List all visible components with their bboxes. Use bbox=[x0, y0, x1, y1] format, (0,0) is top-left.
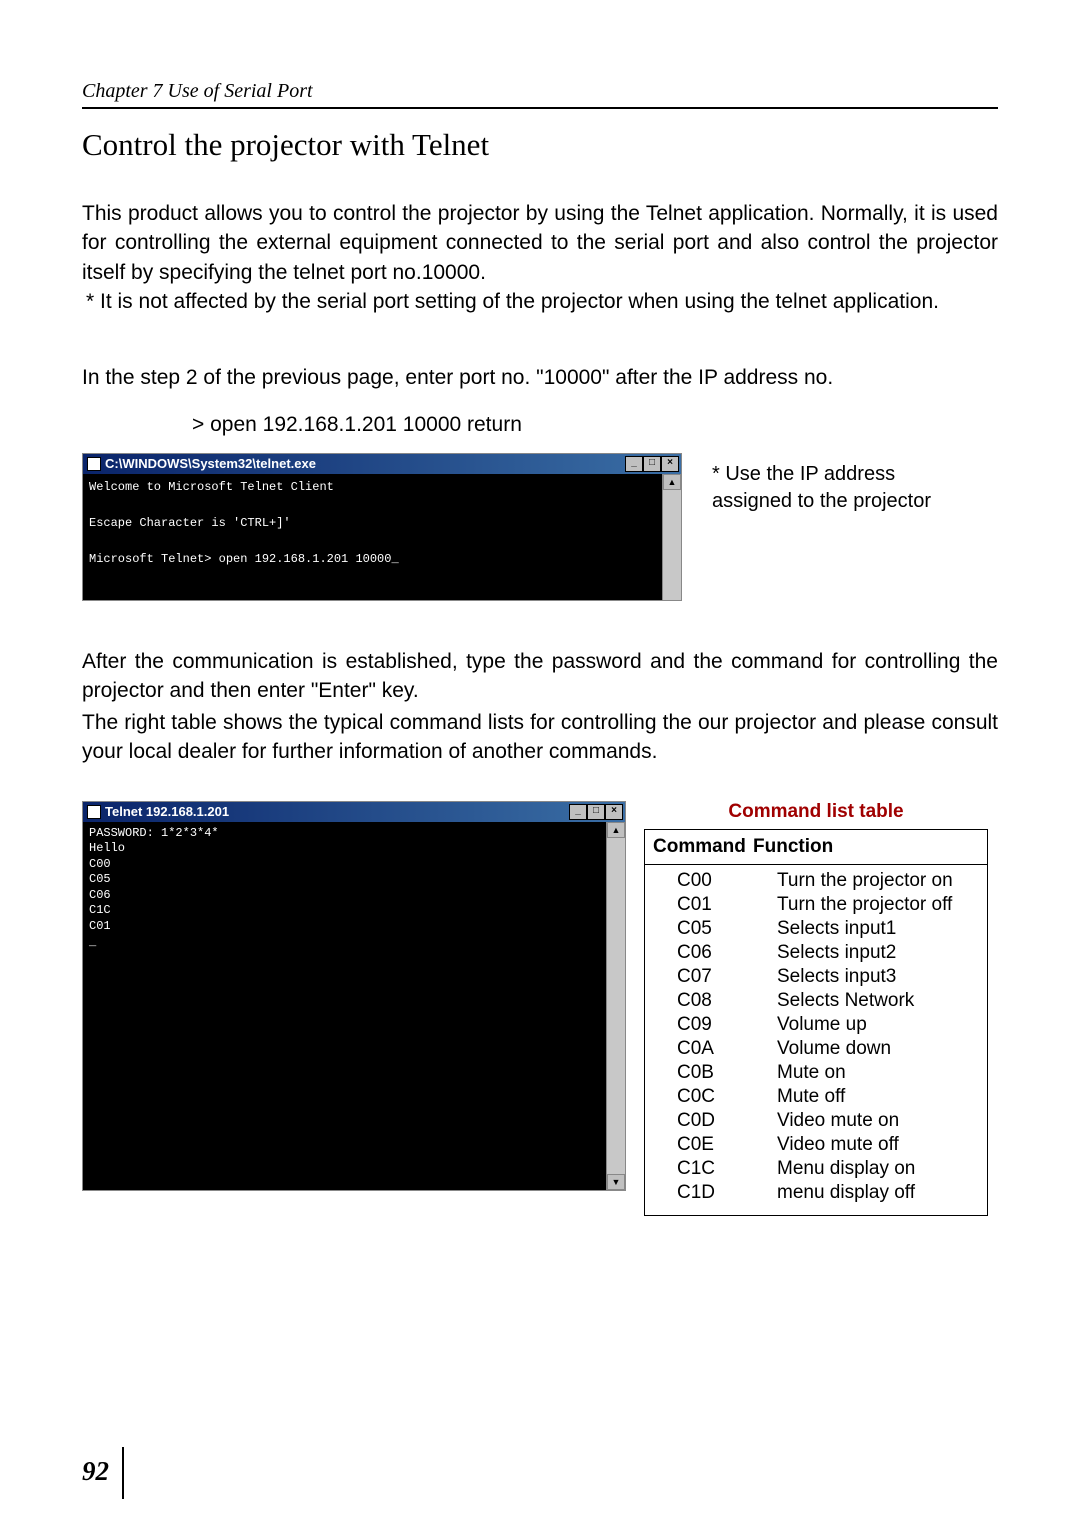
lower-block: Telnet 192.168.1.201 _ □ × PASSWORD: 1*2… bbox=[82, 801, 998, 1216]
command-table-title: Command list table bbox=[644, 801, 988, 823]
titlebar-1: C:\WINDOWS\System32\telnet.exe _ □ × bbox=[83, 454, 681, 474]
cell-function: Menu display on bbox=[777, 1158, 915, 1180]
screenshot-row-1: C:\WINDOWS\System32\telnet.exe _ □ × Wel… bbox=[82, 453, 998, 601]
table-row: C08Selects Network bbox=[653, 989, 979, 1013]
window-buttons-2: _ □ × bbox=[569, 804, 623, 820]
terminal-window-1: C:\WINDOWS\System32\telnet.exe _ □ × Wel… bbox=[82, 453, 682, 601]
table-row: C0DVideo mute on bbox=[653, 1109, 979, 1133]
table-row: C0AVolume down bbox=[653, 1037, 979, 1061]
term1-line1: Welcome to Microsoft Telnet Client bbox=[89, 480, 334, 494]
cell-function: Volume down bbox=[777, 1038, 891, 1060]
term1-line2: Escape Character is 'CTRL+]' bbox=[89, 516, 291, 530]
titlebar-text-2: Telnet 192.168.1.201 bbox=[105, 804, 229, 819]
command-table: Command Function C00Turn the projector o… bbox=[644, 829, 988, 1216]
terminal-body-1[interactable]: Welcome to Microsoft Telnet Client Escap… bbox=[83, 474, 662, 600]
cell-function: Mute off bbox=[777, 1086, 845, 1108]
scroll-up-icon[interactable]: ▲ bbox=[663, 474, 681, 490]
table-row: C00Turn the projector on bbox=[653, 869, 979, 893]
maximize-button[interactable]: □ bbox=[643, 456, 661, 472]
table-row: C0CMute off bbox=[653, 1085, 979, 1109]
term1-line3: Microsoft Telnet> open 192.168.1.201 100… bbox=[89, 552, 399, 566]
page-number-divider bbox=[122, 1447, 124, 1499]
cell-function: Selects input3 bbox=[777, 966, 896, 988]
intro-note: * It is not affected by the serial port … bbox=[82, 287, 998, 316]
cell-function: Selects input1 bbox=[777, 918, 896, 940]
close-button[interactable]: × bbox=[661, 456, 679, 472]
chapter-header: Chapter 7 Use of Serial Port bbox=[82, 80, 998, 109]
table-row: C0EVideo mute off bbox=[653, 1133, 979, 1157]
table-row: C09Volume up bbox=[653, 1013, 979, 1037]
cell-command: C0D bbox=[653, 1110, 777, 1132]
scrollbar-2[interactable]: ▲ ▼ bbox=[606, 822, 625, 1190]
scrollbar-1[interactable]: ▲ bbox=[662, 474, 681, 600]
section-title: Control the projector with Telnet bbox=[82, 127, 998, 163]
table-row: C05Selects input1 bbox=[653, 917, 979, 941]
cell-command: C05 bbox=[653, 918, 777, 940]
table-row: C1Dmenu display off bbox=[653, 1181, 979, 1205]
cell-command: C01 bbox=[653, 894, 777, 916]
app-icon-2 bbox=[87, 805, 101, 819]
cell-function: Turn the projector off bbox=[777, 894, 952, 916]
page-number: 92 bbox=[82, 1456, 119, 1487]
command-table-rows: C00Turn the projector onC01Turn the proj… bbox=[645, 865, 987, 1205]
header-command: Command bbox=[653, 836, 753, 858]
table-row: C01Turn the projector off bbox=[653, 893, 979, 917]
cell-function: Mute on bbox=[777, 1062, 846, 1084]
cell-command: C07 bbox=[653, 966, 777, 988]
terminal-window-2: Telnet 192.168.1.201 _ □ × PASSWORD: 1*2… bbox=[82, 801, 626, 1191]
cell-command: C0B bbox=[653, 1062, 777, 1084]
table-row: C0BMute on bbox=[653, 1061, 979, 1085]
cell-function: Selects input2 bbox=[777, 942, 896, 964]
scroll-down-icon-2[interactable]: ▼ bbox=[607, 1174, 625, 1190]
minimize-button[interactable]: _ bbox=[625, 456, 643, 472]
cell-command: C00 bbox=[653, 870, 777, 892]
cell-function: Video mute off bbox=[777, 1134, 899, 1156]
cell-command: C1D bbox=[653, 1182, 777, 1204]
titlebar-2: Telnet 192.168.1.201 _ □ × bbox=[83, 802, 625, 822]
table-row: C07Selects input3 bbox=[653, 965, 979, 989]
cell-function: menu display off bbox=[777, 1182, 915, 1204]
table-row: C1CMenu display on bbox=[653, 1157, 979, 1181]
cell-command: C06 bbox=[653, 942, 777, 964]
after-paragraph-1: After the communication is established, … bbox=[82, 647, 998, 706]
cell-function: Volume up bbox=[777, 1014, 867, 1036]
cell-command: C0C bbox=[653, 1086, 777, 1108]
cell-command: C1C bbox=[653, 1158, 777, 1180]
page: Chapter 7 Use of Serial Port Control the… bbox=[0, 0, 1080, 1529]
terminal-body-2[interactable]: PASSWORD: 1*2*3*4* Hello C00 C05 C06 C1C… bbox=[83, 822, 606, 1190]
titlebar-text-1: C:\WINDOWS\System32\telnet.exe bbox=[105, 456, 316, 471]
command-table-header: Command Function bbox=[645, 830, 987, 865]
step-instruction: In the step 2 of the previous page, ente… bbox=[82, 363, 998, 392]
intro-paragraph: This product allows you to control the p… bbox=[82, 199, 998, 287]
header-function: Function bbox=[753, 836, 833, 858]
cell-function: Video mute on bbox=[777, 1110, 899, 1132]
after-paragraph-2: The right table shows the typical comman… bbox=[82, 708, 998, 767]
cell-function: Selects Network bbox=[777, 990, 914, 1012]
scroll-up-icon-2[interactable]: ▲ bbox=[607, 822, 625, 838]
cell-command: C08 bbox=[653, 990, 777, 1012]
cell-command: C0A bbox=[653, 1038, 777, 1060]
step-command: > open 192.168.1.201 10000 return bbox=[192, 413, 998, 437]
close-button-2[interactable]: × bbox=[605, 804, 623, 820]
minimize-button-2[interactable]: _ bbox=[569, 804, 587, 820]
cell-command: C09 bbox=[653, 1014, 777, 1036]
table-row: C06Selects input2 bbox=[653, 941, 979, 965]
side-note-1: * Use the IP address assigned to the pro… bbox=[712, 453, 942, 515]
command-table-wrapper: Command list table Command Function C00T… bbox=[644, 801, 988, 1216]
cell-function: Turn the projector on bbox=[777, 870, 953, 892]
app-icon bbox=[87, 457, 101, 471]
window-buttons-1: _ □ × bbox=[625, 456, 679, 472]
cell-command: C0E bbox=[653, 1134, 777, 1156]
maximize-button-2[interactable]: □ bbox=[587, 804, 605, 820]
